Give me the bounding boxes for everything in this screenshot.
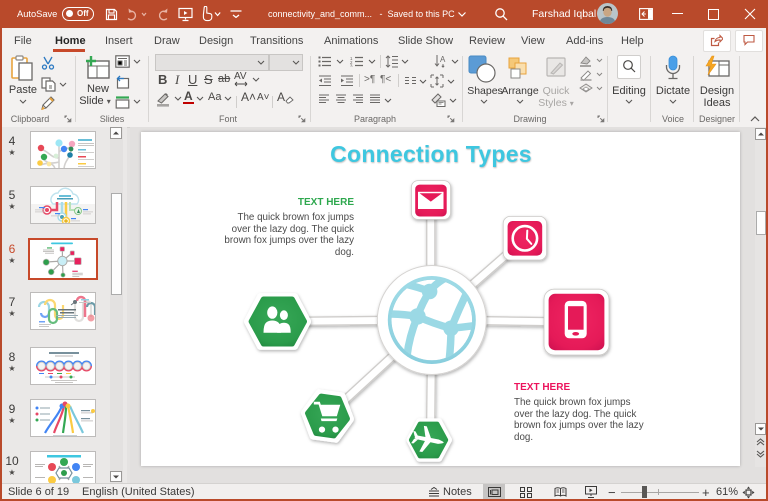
svg-text:3: 3 (350, 64, 353, 68)
svg-text:A: A (440, 55, 446, 64)
